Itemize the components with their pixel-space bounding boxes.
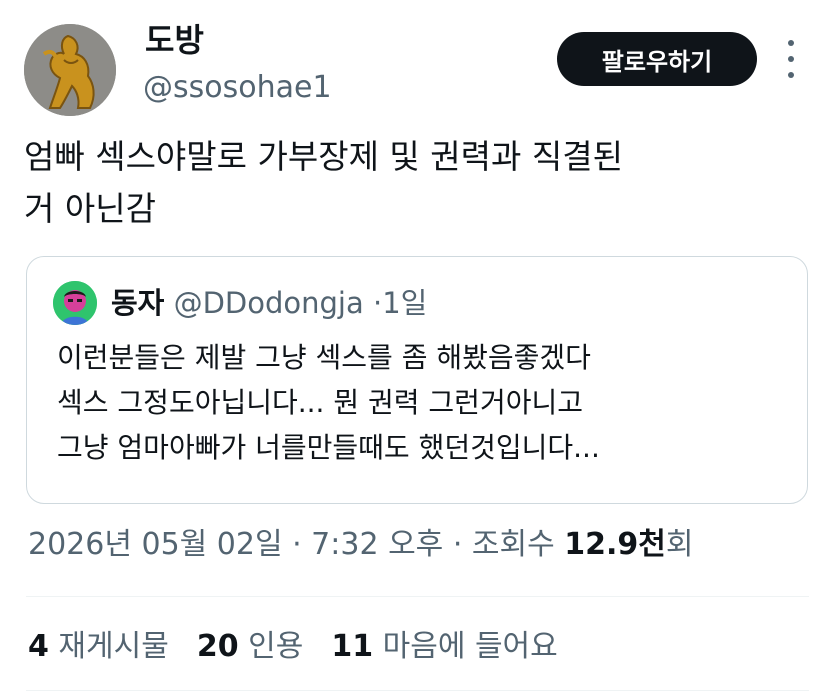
likes-label: 마음에 들어요 xyxy=(382,629,558,664)
quotes-count: 20 xyxy=(196,629,239,664)
quoted-tweet-header: 동자 @DDodongja ·1일 xyxy=(111,281,427,325)
quotes-label: 인용 xyxy=(248,629,304,664)
engagement-stats-row: 4 재게시물 20 인용 11 마음에 들어요 xyxy=(28,624,558,670)
tweet-text: 엄빠 섹스야말로 가부장제 및 권력과 직결된 거 아닌감 xyxy=(24,137,623,228)
tweet-datetime[interactable]: 2026년 05월 02일 · 7:32 오후 · 조회수 xyxy=(28,527,564,562)
avatar-figure-image xyxy=(24,24,116,116)
quoted-tweet-card[interactable]: 동자 @DDodongja ·1일 이런분들은 제발 그냥 섹스를 좀 해봤음좋… xyxy=(26,256,808,504)
retweets-label: 재게시물 xyxy=(58,629,169,664)
author-avatar[interactable] xyxy=(24,24,116,116)
divider xyxy=(26,690,809,691)
more-options-icon[interactable] xyxy=(780,40,802,78)
divider xyxy=(26,596,809,597)
quoted-avatar-emoji-image xyxy=(53,281,97,325)
more-dot xyxy=(788,72,794,78)
retweets-count: 4 xyxy=(28,629,49,664)
views-count: 12.9천 xyxy=(564,527,666,562)
author-display-name[interactable]: 도방 xyxy=(145,20,204,60)
quoted-tweet-text: 이런분들은 제발 그냥 섹스를 좀 해봤음좋겠다 섹스 그정도아닙니다... 뭔… xyxy=(57,341,600,464)
author-handle[interactable]: @ssosohae1 xyxy=(143,68,332,108)
quoted-author-handle[interactable]: @DDodongja xyxy=(174,286,364,320)
views-suffix: 회 xyxy=(665,527,694,562)
quoted-tweet-time[interactable]: 1일 xyxy=(382,286,427,320)
follow-button[interactable]: 팔로우하기 xyxy=(557,32,757,86)
tweet-meta-row: 2026년 05월 02일 · 7:32 오후 · 조회수 12.9천회 xyxy=(28,522,693,568)
more-dot xyxy=(788,40,794,46)
quotes-stat[interactable]: 20 인용 xyxy=(197,624,304,670)
quoted-author-name[interactable]: 동자 xyxy=(111,286,164,320)
more-dot xyxy=(788,56,794,62)
likes-count: 11 xyxy=(331,629,374,664)
header-separator: · xyxy=(372,286,383,320)
quoted-author-avatar[interactable] xyxy=(53,281,97,325)
likes-stat[interactable]: 11 마음에 들어요 xyxy=(331,624,557,670)
retweets-stat[interactable]: 4 재게시물 xyxy=(28,624,169,670)
